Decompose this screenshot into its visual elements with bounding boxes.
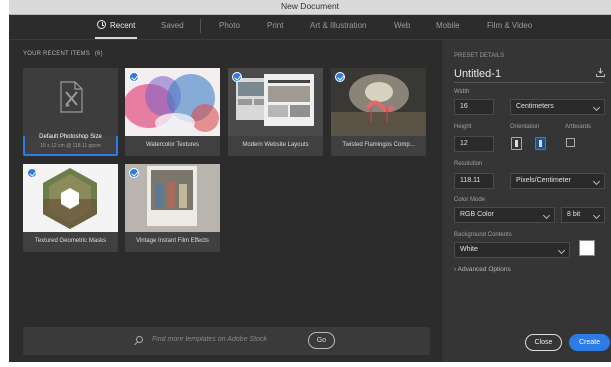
recent-item-label: Watercolor Textures xyxy=(145,142,200,148)
recent-item-thumbnail xyxy=(331,68,426,136)
document-name-underline xyxy=(454,82,604,83)
recent-items-count: (6) xyxy=(94,51,103,57)
tab-art-illustration[interactable]: Art & Illustration xyxy=(310,21,366,30)
bit-depth-select[interactable]: 8 bit xyxy=(561,207,605,223)
tab-recent[interactable]: Recent xyxy=(110,21,135,30)
selected-check-icon xyxy=(27,168,37,178)
color-mode-select[interactable]: RGB Color xyxy=(454,207,555,223)
watercolor-thumbnail-image xyxy=(125,68,220,136)
new-document-dialog: New Document Recent Saved Photo Print Ar… xyxy=(9,0,611,362)
create-button[interactable]: Create xyxy=(569,334,610,351)
chevron-down-icon xyxy=(592,103,601,112)
resolution-label: Resolution xyxy=(454,161,483,167)
chevron-down-icon xyxy=(557,246,566,255)
advanced-options-toggle[interactable]: › Advanced Options xyxy=(454,266,511,273)
tab-photo[interactable]: Photo xyxy=(219,21,240,30)
recent-item-modern-website-layouts[interactable]: Modern Website Layouts xyxy=(228,68,323,156)
recent-item-label: Vintage Instant Film Effects xyxy=(136,238,209,244)
recent-item-label: Default Photoshop Size xyxy=(39,134,102,140)
artboards-checkbox[interactable] xyxy=(566,138,575,147)
background-color-swatch[interactable] xyxy=(579,240,595,256)
chevron-down-icon xyxy=(592,177,601,186)
stock-search-input[interactable]: Find more templates on Adobe Stock xyxy=(152,336,267,343)
website-layout-thumbnail-image xyxy=(228,68,323,136)
recent-item-thumbnail xyxy=(23,68,118,136)
artboards-label: Artboards xyxy=(565,124,592,130)
recent-item-default-photoshop-size[interactable]: Default Photoshop Size 16 x 12 cm @ 118.… xyxy=(23,68,118,156)
width-label: Width xyxy=(454,89,470,95)
landscape-icon xyxy=(539,140,542,147)
bit-depth-value: 8 bit xyxy=(567,211,581,218)
recent-item-twisted-flamingos[interactable]: Twisted Flamingos Comp... xyxy=(331,68,426,156)
width-input[interactable]: 16 xyxy=(454,99,494,115)
recent-item-sublabel: 16 x 12 cm @ 118.11 ppcm xyxy=(40,143,101,149)
flamingos-thumbnail-image xyxy=(331,68,426,136)
color-mode-value: RGB Color xyxy=(460,211,494,218)
resolution-unit-select[interactable]: Pixels/Centimeter xyxy=(510,173,605,189)
tab-print[interactable]: Print xyxy=(267,21,283,30)
recent-item-textured-geometric-masks[interactable]: Textured Geometric Masks xyxy=(23,164,118,252)
resolution-input[interactable]: 118.11 xyxy=(454,173,494,189)
close-button[interactable]: Close xyxy=(525,334,562,351)
resolution-unit-value: Pixels/Centimeter xyxy=(516,177,571,184)
selected-check-icon xyxy=(232,72,242,82)
background-contents-value: White xyxy=(460,246,478,253)
height-label: Height xyxy=(454,124,472,130)
recent-item-thumbnail xyxy=(228,68,323,136)
background-contents-select[interactable]: White xyxy=(454,242,570,258)
stock-search-bar: Find more templates on Adobe Stock Go xyxy=(23,327,430,355)
instant-film-thumbnail-image xyxy=(125,164,220,232)
advanced-options-label: Advanced Options xyxy=(457,266,511,273)
recent-item-label: Textured Geometric Masks xyxy=(34,238,107,244)
orientation-label: Orientation xyxy=(510,124,540,130)
window-title: New Document xyxy=(280,1,340,11)
selected-check-icon xyxy=(129,168,139,178)
tab-web[interactable]: Web xyxy=(394,21,410,30)
tab-divider xyxy=(200,19,201,33)
height-input[interactable]: 12 xyxy=(454,136,494,152)
recent-item-vintage-instant-film[interactable]: Vintage Instant Film Effects xyxy=(125,164,220,252)
recent-item-thumbnail xyxy=(125,68,220,136)
go-button[interactable]: Go xyxy=(308,332,335,349)
search-icon xyxy=(136,336,143,343)
tab-saved[interactable]: Saved xyxy=(161,21,184,30)
selected-check-icon xyxy=(129,72,139,82)
document-icon xyxy=(60,81,83,113)
width-unit-value: Centimeters xyxy=(516,103,554,110)
recent-items-title: YOUR RECENT ITEMS xyxy=(23,51,90,57)
recent-item-label: Twisted Flamingos Comp... xyxy=(342,142,415,148)
background-contents-label: Background Contents xyxy=(454,232,512,238)
geometric-masks-thumbnail-image xyxy=(23,164,118,232)
chevron-down-icon xyxy=(542,211,551,220)
tab-mobile[interactable]: Mobile xyxy=(436,21,460,30)
recent-item-thumbnail xyxy=(23,164,118,232)
chevron-right-icon: › xyxy=(454,266,457,273)
clock-icon xyxy=(97,20,106,29)
landscape-orientation-button[interactable] xyxy=(535,137,546,150)
recent-item-thumbnail xyxy=(125,164,220,232)
title-bar: New Document xyxy=(9,0,611,15)
recent-item-label: Modern Website Layouts xyxy=(242,142,309,148)
selected-check-icon xyxy=(335,72,345,82)
chevron-down-icon xyxy=(592,211,601,220)
width-unit-select[interactable]: Centimeters xyxy=(510,99,605,115)
save-preset-icon[interactable] xyxy=(596,68,605,77)
document-name-input[interactable]: Untitled-1 xyxy=(454,68,501,80)
portrait-orientation-button[interactable] xyxy=(511,137,522,150)
recent-item-watercolor-textures[interactable]: Watercolor Textures xyxy=(125,68,220,156)
portrait-icon xyxy=(515,140,518,147)
tab-film-video[interactable]: Film & Video xyxy=(487,21,532,30)
preset-details-header: PRESET DETAILS xyxy=(454,53,505,59)
active-tab-indicator xyxy=(95,37,137,39)
recent-items-header: YOUR RECENT ITEMS (6) xyxy=(23,51,103,57)
preset-details-panel: PRESET DETAILS Untitled-1 Width 16 Centi… xyxy=(442,40,611,362)
color-mode-label: Color Mode xyxy=(454,197,486,203)
